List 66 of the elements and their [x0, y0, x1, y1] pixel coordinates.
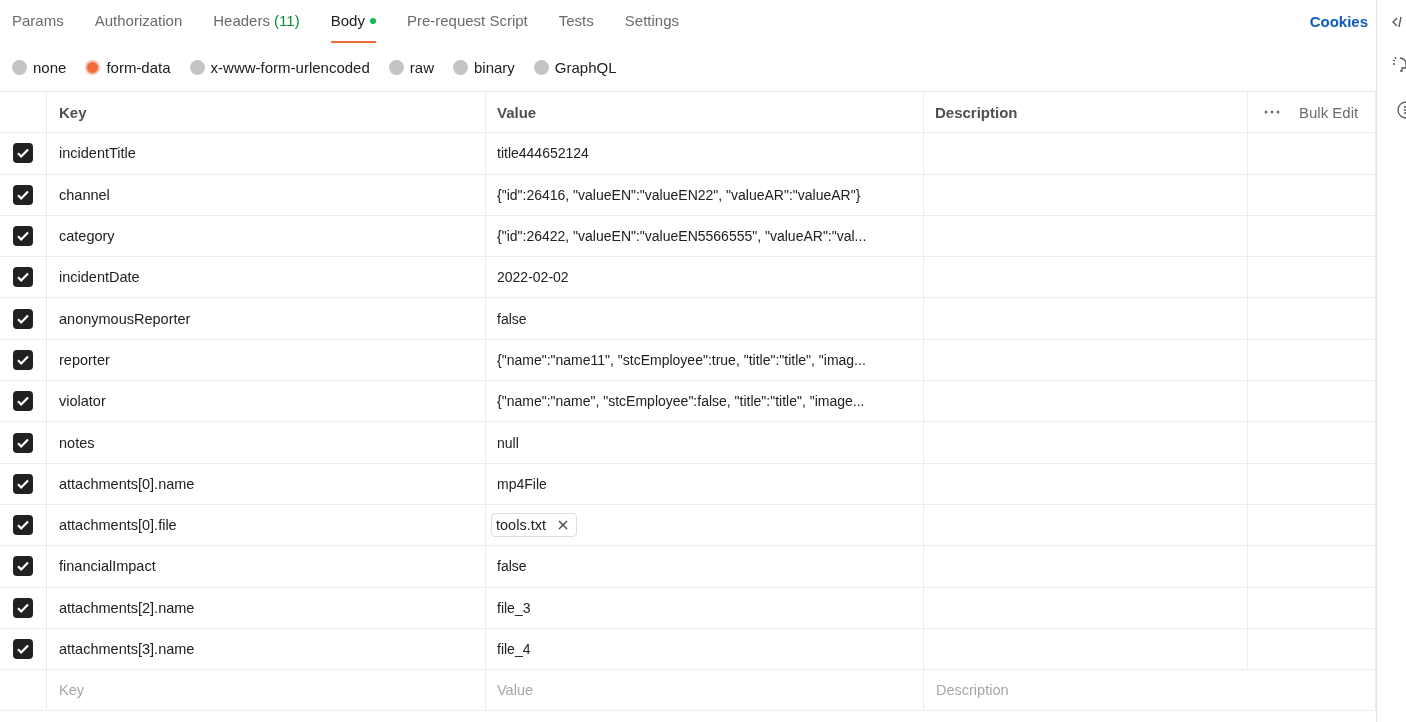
close-icon[interactable] — [557, 520, 568, 531]
checkbox[interactable] — [13, 515, 33, 536]
key-cell: incidentTitle — [59, 145, 136, 162]
request-tab[interactable]: Params — [12, 0, 64, 43]
radio-icon[interactable] — [388, 60, 404, 75]
value-cell: {"name":"name", "stcEmployee":false, "title":"title", "image... — [497, 393, 865, 410]
radio-icon[interactable] — [12, 60, 27, 75]
key-cell: reporter — [59, 351, 110, 368]
request-tab[interactable]: Headers (11) — [213, 0, 300, 43]
value-cell: {"name":"name11", "stcEmployee":true, "title":"title", "imag... — [497, 351, 866, 368]
checkbox[interactable] — [13, 267, 33, 288]
info-icon[interactable] — [1394, 100, 1406, 120]
value-cell: {"id":26416, "valueEN":"valueEN22", "valueAR":"valueAR"} — [497, 186, 861, 203]
body-type-radio[interactable]: raw — [388, 59, 434, 76]
value-cell: false — [497, 310, 527, 327]
radio-icon[interactable] — [189, 60, 205, 75]
checkbox[interactable] — [13, 597, 33, 618]
checkbox[interactable] — [13, 556, 33, 577]
body-type-radio[interactable]: binary — [452, 59, 515, 76]
key-cell: attachments[0].name — [59, 475, 195, 492]
column-header: Description — [924, 92, 1248, 133]
file-chip: tools.txt — [491, 513, 577, 538]
checkbox[interactable] — [13, 184, 33, 205]
key-cell: attachments[2].name — [59, 599, 195, 616]
value-cell: false — [497, 558, 527, 575]
body-type-radio[interactable]: form-data — [85, 59, 171, 76]
value-cell: file_4 — [497, 641, 531, 657]
key-cell: notes — [59, 434, 95, 451]
value-cell: file_3 — [497, 599, 531, 616]
value-cell: mp4File — [497, 475, 547, 492]
radio-icon[interactable] — [533, 60, 549, 75]
key-cell: incidentDate — [59, 269, 140, 286]
checkbox[interactable] — [13, 349, 33, 370]
key-cell: financialImpact — [59, 558, 156, 575]
value-cell: 2022-02-02 — [497, 269, 569, 286]
checkbox[interactable] — [13, 639, 33, 659]
key-cell: violator — [59, 393, 106, 410]
checkbox[interactable] — [13, 143, 33, 164]
radio-icon[interactable] — [452, 60, 468, 75]
request-tab[interactable]: Body — [330, 0, 376, 43]
key-cell: attachments[3].name — [59, 641, 195, 657]
column-header: Value — [486, 92, 924, 133]
body-type-radio[interactable]: none — [12, 59, 67, 76]
request-tab[interactable]: Pre-request Script — [406, 0, 528, 43]
radio-icon[interactable] — [85, 60, 101, 75]
key-cell: channel — [59, 186, 110, 203]
key-cell: category — [59, 228, 115, 245]
checkbox[interactable] — [13, 473, 33, 494]
checkbox[interactable] — [13, 391, 33, 412]
column-header: Key — [47, 92, 486, 133]
checkbox[interactable] — [13, 308, 33, 329]
request-tab[interactable]: Authorization — [94, 0, 183, 43]
request-tab[interactable]: Tests — [558, 0, 594, 43]
checkbox[interactable] — [13, 226, 33, 247]
cookies-link[interactable]: Cookies — [1309, 0, 1368, 44]
body-type-radio[interactable]: x-www-form-urlencoded — [189, 59, 370, 76]
value-cell: {"id":26422, "valueEN":"valueEN5566555", "valueAR":"val... — [497, 228, 867, 245]
bulk-edit-link[interactable]: Bulk Edit — [1299, 103, 1359, 121]
body-type-radio[interactable]: GraphQL — [533, 59, 617, 76]
value-cell: title444652124 — [497, 145, 589, 162]
more-icon[interactable] — [1264, 110, 1280, 115]
request-tab[interactable]: Settings — [624, 0, 679, 43]
checkbox[interactable] — [13, 432, 33, 453]
key-cell: attachments[0].file — [59, 517, 177, 534]
value-cell: null — [497, 434, 519, 451]
key-cell: anonymousReporter — [59, 310, 191, 327]
